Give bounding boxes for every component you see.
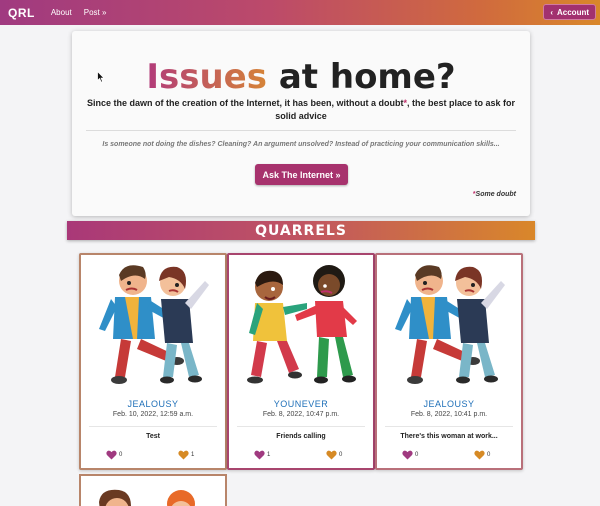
account-button[interactable]: ‹ Account	[543, 4, 596, 20]
nav-link-about[interactable]: About	[51, 8, 72, 17]
ask-the-internet-button[interactable]: Ask The Internet »	[255, 164, 348, 185]
like-button[interactable]: 0	[402, 450, 418, 460]
like-count: 0	[119, 452, 123, 458]
quarrel-illustration	[233, 259, 369, 393]
heart-icon	[106, 450, 117, 460]
card-divider	[89, 426, 217, 427]
lead-part1: Since the dawn of the creation of the In…	[86, 98, 404, 108]
card-subject[interactable]: Friends calling	[229, 433, 373, 440]
dislike-button[interactable]: 1	[178, 450, 194, 460]
quarrel-card[interactable]: JEALOUSY Feb. 8, 2022, 10:41 p.m. There'…	[375, 253, 523, 470]
like-count: 1	[267, 452, 271, 458]
quarrel-illustration	[85, 480, 221, 506]
nav-link-post[interactable]: Post »	[84, 8, 107, 17]
hero-panel: Issues at home? Since the dawn of the cr…	[72, 31, 530, 216]
card-author[interactable]: YOUNEVER	[229, 399, 373, 409]
hero-divider	[86, 130, 516, 131]
brand-logo[interactable]: QRL	[8, 6, 35, 20]
quarrel-card[interactable]: YOUNEVER Feb. 8, 2022, 10:47 p.m. Friend…	[227, 253, 375, 470]
section-title: QUARRELS	[255, 222, 347, 239]
like-button[interactable]: 0	[106, 450, 122, 460]
page-title-accent: Issues	[146, 57, 267, 97]
card-date: Feb. 8, 2022, 10:41 p.m.	[410, 411, 488, 418]
hero-footnote: *Some doubt	[473, 191, 516, 198]
heart-icon	[178, 450, 189, 460]
dislike-count: 1	[191, 452, 195, 458]
heart-icon	[254, 450, 265, 460]
dislike-count: 0	[487, 452, 491, 458]
quarrel-illustration	[381, 259, 517, 393]
card-date: Feb. 10, 2022, 12:59 a.m.	[112, 411, 194, 418]
quarrel-card[interactable]: JEALOUSY Feb. 10, 2022, 12:59 a.m. Test …	[79, 253, 227, 470]
page-title: Issues at home?	[72, 57, 530, 97]
quarrel-illustration	[85, 259, 221, 393]
chevron-left-icon: ‹	[550, 7, 553, 17]
quarrel-card[interactable]	[79, 474, 227, 506]
heart-icon	[474, 450, 485, 460]
account-button-label: Account	[557, 7, 589, 17]
card-author[interactable]: JEALOUSY	[377, 399, 521, 409]
card-subject[interactable]: Test	[81, 433, 225, 440]
heart-icon	[326, 450, 337, 460]
heart-icon	[402, 450, 413, 460]
like-count: 0	[415, 452, 419, 458]
footnote-text: Some doubt	[475, 191, 516, 198]
navbar: QRL About Post » ‹ Account	[0, 0, 600, 25]
card-divider	[385, 426, 513, 427]
dislike-count: 0	[339, 452, 343, 458]
quarrels-section-header: QUARRELS	[67, 221, 535, 240]
card-subject[interactable]: There's this woman at work...	[377, 433, 521, 440]
like-button[interactable]: 1	[254, 450, 270, 460]
page-title-rest: at home?	[278, 57, 456, 97]
mouse-cursor-icon	[97, 71, 105, 83]
dislike-button[interactable]: 0	[326, 450, 342, 460]
card-author[interactable]: JEALOUSY	[81, 399, 225, 409]
card-divider	[237, 426, 365, 427]
hero-lead-text: Since the dawn of the creation of the In…	[84, 97, 518, 123]
dislike-button[interactable]: 0	[474, 450, 490, 460]
card-date: Feb. 8, 2022, 10:47 p.m.	[262, 411, 340, 418]
hero-subtext: Is someone not doing the dishes? Cleanin…	[102, 141, 500, 148]
